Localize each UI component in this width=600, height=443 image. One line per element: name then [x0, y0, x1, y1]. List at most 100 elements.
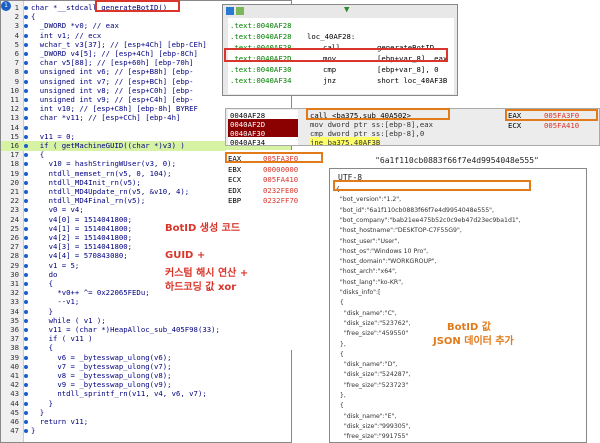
register-value: 0232FF70 — [263, 196, 299, 205]
json-line: }, — [336, 340, 346, 348]
breakpoint-dot[interactable] — [24, 392, 28, 397]
json-line: "disks_info":[ — [336, 289, 381, 296]
register-row: EBP 0232FF70 — [228, 195, 298, 206]
breakpoint-dot[interactable] — [24, 199, 28, 204]
breakpoint-dot[interactable] — [24, 125, 28, 130]
breakpoint-dot[interactable] — [24, 254, 28, 259]
json-line: "bot_version":"1.2", — [336, 196, 402, 204]
json-line: }, — [336, 392, 346, 399]
breakpoint-dot[interactable] — [24, 420, 28, 424]
register-value: 0232FE00 — [263, 185, 299, 195]
asm-operand: [ebp+var_8], 0 — [377, 65, 439, 74]
register-value: 005FA410 — [544, 121, 580, 130]
register-name: EBX — [228, 164, 242, 174]
debugger-address: 0040AF34 — [228, 137, 298, 145]
breakpoint-dot[interactable] — [24, 15, 28, 20]
breakpoint-dot[interactable] — [24, 171, 28, 176]
register-value: 005FA410 — [263, 175, 299, 184]
asm-line[interactable]: .text:0040AF28 loc_40AF28: — [230, 31, 355, 42]
json-line: { — [336, 402, 344, 410]
breakpoint-dot[interactable] — [24, 383, 28, 388]
eax-register-highlight — [505, 109, 598, 121]
json-line: "host_os":"Windows 10 Pro", — [336, 247, 429, 255]
register-row: ECX 005FA410 — [228, 174, 298, 185]
step-badge: 1 — [1, 1, 11, 11]
breakpoint-dot[interactable] — [24, 318, 28, 323]
breakpoint-dot[interactable] — [24, 162, 28, 167]
asm-line[interactable]: .text:0040AF34 jnz short loc_40AF3B — [230, 75, 447, 86]
debugger-instruction: jne ba375.40AF3B — [310, 137, 381, 146]
breakpoint-dot[interactable] — [24, 217, 28, 222]
register-row: EBX 00000000 — [228, 164, 298, 175]
breakpoint-dot[interactable] — [24, 180, 28, 185]
json-line: "bot_id":"6a1f110cb0883f66f7e4d9954048e5… — [336, 206, 494, 214]
breakpoint-dot[interactable] — [24, 328, 28, 332]
register-name: ECX — [508, 121, 522, 130]
json-line: "disk_name":"D", — [336, 361, 398, 369]
breakpoint-dot[interactable] — [24, 107, 28, 112]
breakpoint-dot[interactable] — [24, 116, 28, 121]
breakpoint-dot[interactable] — [24, 410, 28, 415]
breakpoint-dot[interactable] — [24, 429, 28, 434]
code-text: } — [31, 426, 36, 436]
json-line: "disk_name":"E", — [336, 412, 397, 420]
register-panel: EAX 005FA3F0 EBX 00000000 ECX 005FA410 EDX 0232… — [226, 150, 322, 350]
breakpoint-dot[interactable] — [24, 88, 28, 93]
asm-address: .text:0040AF30 — [230, 65, 292, 74]
breakpoint-dot[interactable] — [24, 98, 28, 102]
breakpoint-dot[interactable] — [24, 282, 28, 286]
breakpoint-dot[interactable] — [24, 208, 28, 213]
breakpoint-dot[interactable] — [24, 291, 28, 296]
breakpoint-dot[interactable] — [24, 355, 28, 360]
json-line: "disk_name":"C", — [336, 309, 397, 317]
json-line: "host_user":"User", — [336, 237, 400, 245]
breakpoint-dot[interactable] — [24, 236, 28, 240]
graph-icon[interactable] — [226, 7, 234, 15]
register-name: ECX — [228, 175, 242, 184]
breakpoint-dot[interactable] — [24, 134, 28, 139]
breakpoint-dot[interactable] — [24, 401, 28, 406]
debugger-call-highlight — [306, 108, 450, 120]
breakpoint-dot[interactable] — [24, 245, 28, 250]
json-line: "host_hostname":"DESKTOP-C7F55G9", — [336, 227, 462, 235]
json-annotation-line2: JSON 데이터 추가 — [433, 336, 514, 347]
breakpoint-dot[interactable] — [24, 309, 28, 314]
json-line: { — [336, 299, 344, 307]
call-instruction-highlight — [224, 48, 448, 62]
asm-line[interactable]: .text:0040AF30 cmp [ebp+var_8], 0 — [230, 64, 439, 75]
register-row: EDX 0232FE00 — [228, 185, 298, 196]
view-icon[interactable] — [236, 7, 244, 15]
function-name-highlight — [95, 0, 180, 12]
json-viewer: UTF-8 { "bot_version":"1.2", "bot_id":"6… — [329, 168, 587, 443]
breakpoint-dot[interactable] — [24, 153, 28, 158]
disassembly-toolbar: ▼ — [223, 5, 457, 17]
breakpoint-dot[interactable] — [24, 226, 28, 231]
json-line: "free_size":"991755" — [336, 433, 409, 441]
breakpoint-dot[interactable] — [24, 79, 28, 84]
breakpoint-dot[interactable] — [24, 190, 28, 194]
asm-address: .text:0040AF34 — [230, 76, 292, 85]
breakpoint-dot[interactable] — [24, 42, 28, 47]
asm-operand: short loc_40AF3B — [377, 76, 448, 85]
breakpoint-dot[interactable] — [24, 61, 28, 66]
register-value: 00000000 — [263, 164, 299, 174]
breakpoint-dot[interactable] — [24, 52, 28, 56]
debugger-row[interactable]: 0040AF34 jne ba375.40AF3B — [226, 137, 506, 146]
asm-line[interactable]: .text:0040AF28 — [230, 20, 292, 31]
breakpoint-dot[interactable] — [24, 364, 28, 369]
breakpoint-dot[interactable] — [24, 70, 28, 75]
breakpoint-dot[interactable] — [24, 24, 28, 29]
breakpoint-dot[interactable] — [24, 337, 28, 342]
breakpoint-dot[interactable] — [24, 263, 28, 268]
breakpoint-dot[interactable] — [24, 144, 28, 148]
breakpoint-dot[interactable] — [24, 300, 28, 305]
breakpoint-dot[interactable] — [24, 374, 28, 378]
breakpoint-dot[interactable] — [24, 272, 28, 277]
line-number: 47 — [10, 426, 19, 436]
breakpoint-dot[interactable] — [24, 6, 28, 10]
bot-id-highlight — [333, 180, 531, 191]
register-name: EDX — [228, 185, 242, 195]
breakpoint-dot[interactable] — [24, 346, 28, 351]
json-line: "host_arch":"x64", — [336, 268, 397, 276]
breakpoint-dot[interactable] — [24, 33, 28, 38]
